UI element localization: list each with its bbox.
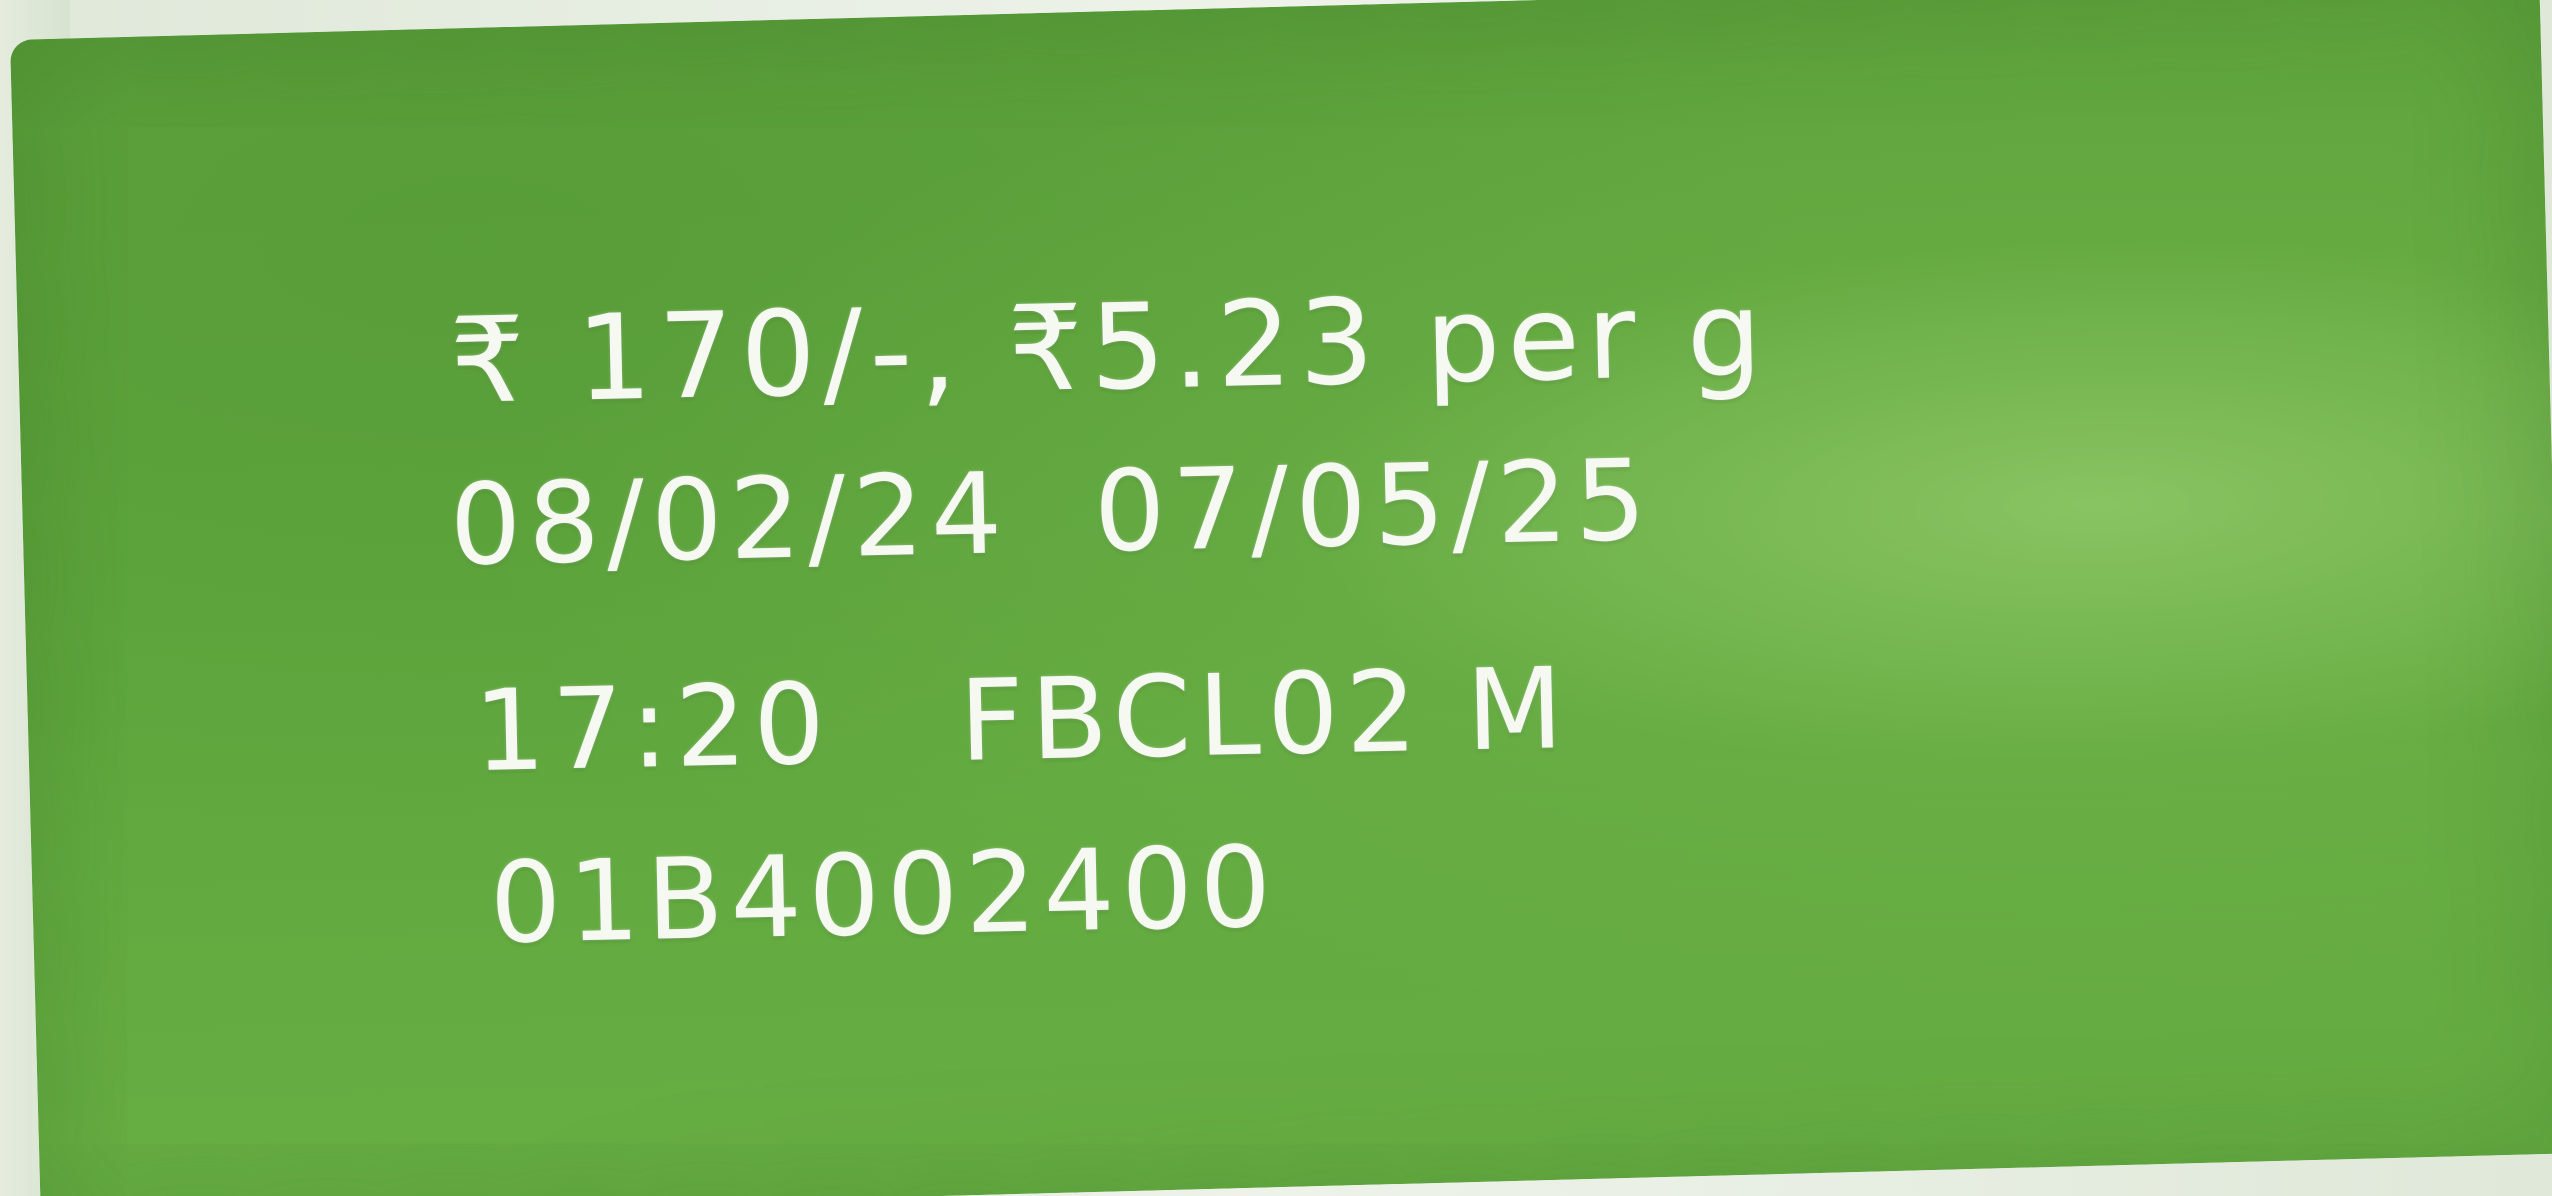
time-batch-line: 17:20 FBCL02 M [472, 644, 1572, 797]
product-code-line: 01B4002400 [488, 822, 1280, 969]
dates-line: 08/02/24 07/05/25 [448, 435, 1655, 591]
green-package-label [10, 0, 2552, 1196]
photo-scene: ₹ 170/-, ₹5.23 per g 08/02/24 07/05/25 1… [0, 0, 2552, 1196]
price-line: ₹ 170/-, ₹5.23 per g [448, 264, 1771, 430]
